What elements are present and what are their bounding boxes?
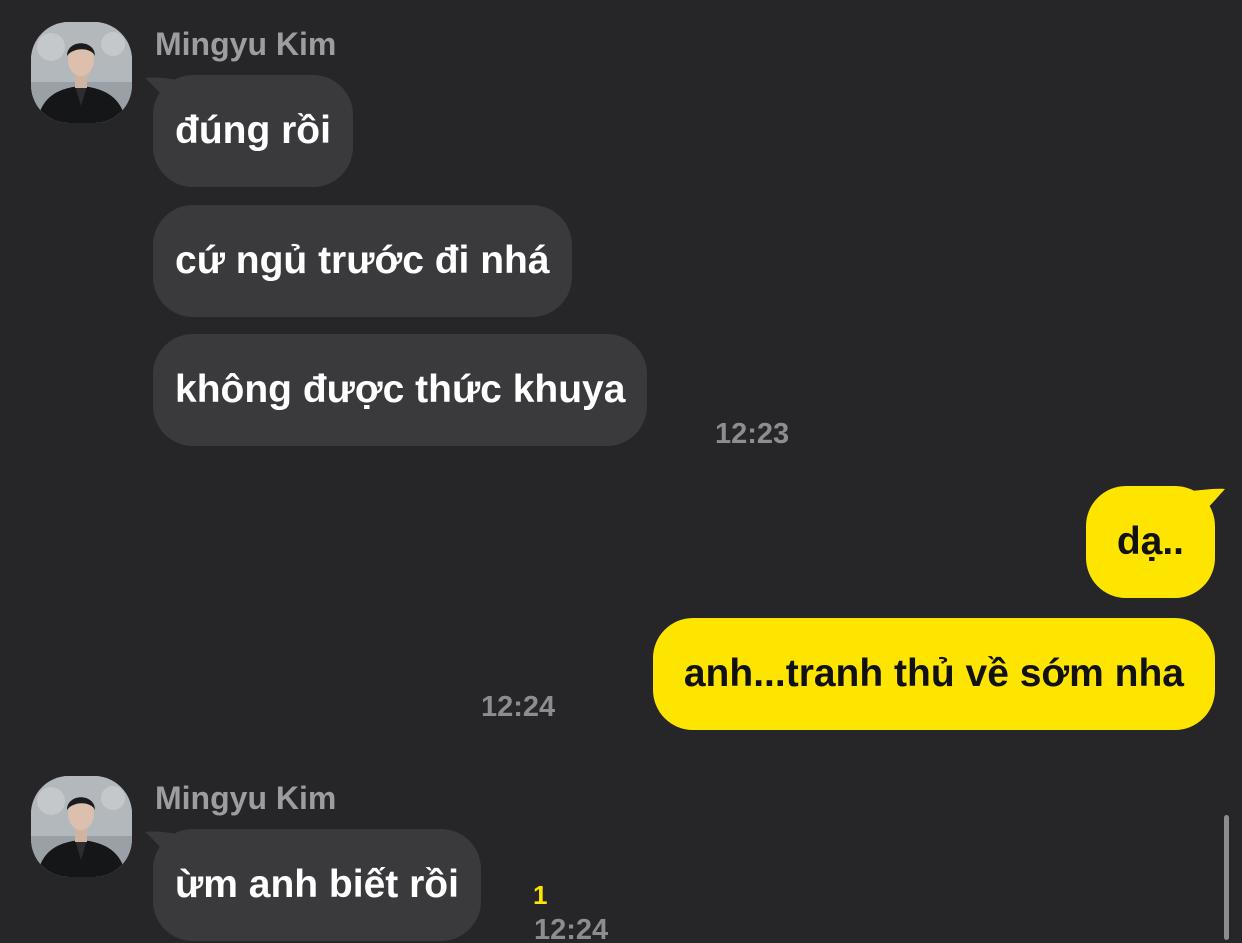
profile-photo-icon [31,22,132,123]
incoming-message-bubble[interactable]: không được thức khuya [153,334,648,446]
unread-count: 1 [533,880,548,910]
message-timestamp: 12:23 [715,418,790,450]
incoming-message-bubble[interactable]: ừm anh biết rồi [153,829,481,941]
sender-avatar[interactable] [31,22,132,123]
message-timestamp: 12:24 [481,691,556,723]
chat-room: Mingyu Kim đúng rồi cứ ngủ trước đi nhá … [0,0,1242,943]
sender-avatar[interactable] [31,776,132,877]
outgoing-message-bubble[interactable]: anh...tranh thủ về sớm nha [652,618,1215,730]
message-timestamp: 12:24 [534,914,609,943]
outgoing-bubble-tail [1187,488,1225,522]
incoming-message-bubble[interactable]: đúng rồi [153,75,353,187]
sender-name: Mingyu Kim [155,780,337,816]
scrollbar-thumb[interactable] [1224,815,1229,940]
profile-photo-icon [31,776,132,877]
incoming-message-bubble[interactable]: cứ ngủ trước đi nhá [153,205,572,317]
sender-name: Mingyu Kim [155,26,337,62]
